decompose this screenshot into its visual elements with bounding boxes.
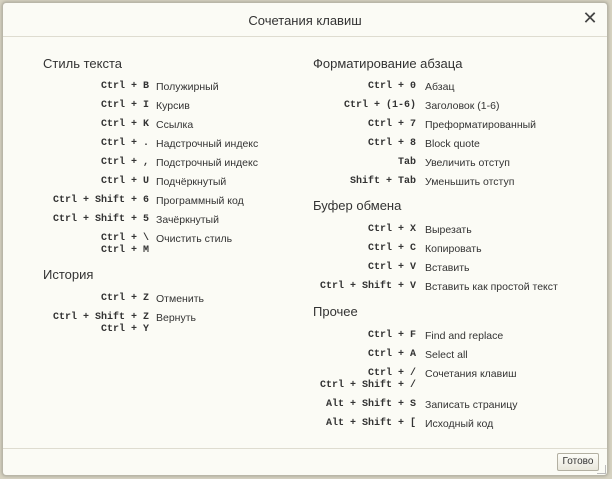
shortcut-keys-primary: Ctrl + X (367, 224, 416, 235)
shortcut-description: Программный код (156, 195, 244, 207)
shortcut-keys: Ctrl + C (368, 243, 416, 255)
shortcut-keys-primary: Ctrl + Shift + 6 (52, 195, 149, 206)
shortcut-keys: Alt + Shift + S (326, 399, 416, 411)
shortcut-row: Ctrl + / Ctrl + Shift + / Сочетания клавиш (3, 368, 603, 391)
shortcut-row: Ctrl + V Вставить (3, 262, 603, 276)
shortcut-keys-primary: Ctrl + Shift + Z (52, 312, 149, 323)
shortcut-row: Ctrl + 0 Абзац (3, 81, 603, 95)
shortcut-description: Уменьшить отступ (425, 176, 515, 188)
shortcut-description: Сочетания клавиш (425, 368, 517, 380)
shortcut-keys-primary: Ctrl + 8 (367, 138, 416, 149)
shortcut-keys-primary: Ctrl + 0 (367, 81, 416, 92)
shortcut-keys: Ctrl + 0 (368, 81, 416, 93)
dialog-title: Сочетания клавиш (248, 13, 362, 28)
shortcut-row: Ctrl + X Вырезать (3, 224, 603, 238)
shortcut-keys: Alt + Shift + [ (326, 418, 416, 430)
shortcut-row: Ctrl + Shift + 6 Программный код (3, 195, 603, 209)
shortcut-keys-primary: Ctrl + (1-6) (343, 100, 416, 111)
section-title: Буфер обмена (313, 198, 402, 213)
shortcut-keys-primary: Ctrl + Shift + V (319, 281, 416, 292)
shortcut-row: Alt + Shift + S Записать страницу (3, 399, 603, 413)
shortcut-description: Вставить (425, 262, 470, 274)
shortcut-row: Ctrl + Shift + Z Ctrl + Y Вернуть (3, 312, 603, 335)
shortcut-keys: Ctrl + Shift + 6 (53, 195, 149, 207)
shortcut-description: Block quote (425, 138, 480, 150)
shortcut-description: Исходный код (425, 418, 494, 430)
shortcut-keys: Ctrl + V (368, 262, 416, 274)
shortcut-keys-primary: Alt + Shift + [ (325, 418, 416, 429)
shortcut-row: Ctrl + Shift + V Вставить как простой тек… (3, 281, 603, 295)
shortcut-keys: Ctrl + 7 (368, 119, 416, 131)
shortcut-description: Копировать (425, 243, 482, 255)
shortcut-keys: Ctrl + X (368, 224, 416, 236)
shortcut-keys: Ctrl + / Ctrl + Shift + / (320, 368, 416, 392)
shortcut-keys: Ctrl + Shift + V (320, 281, 416, 293)
shortcut-keys-primary: Ctrl + V (367, 262, 416, 273)
resize-grip-icon[interactable] (597, 465, 606, 474)
section-title: Форматирование абзаца (313, 56, 463, 71)
shortcut-row: Ctrl + 8 Block quote (3, 138, 603, 152)
shortcut-row: Alt + Shift + [ Исходный код (3, 418, 603, 432)
shortcut-keys-primary: Tab (397, 157, 416, 168)
shortcut-keys: Tab (398, 157, 416, 169)
shortcut-description: Записать страницу (425, 399, 518, 411)
shortcut-keys-primary: Alt + Shift + S (325, 399, 416, 410)
shortcut-row: Ctrl + (1-6) Заголовок (1-6) (3, 100, 603, 114)
shortcut-description: Абзац (425, 81, 455, 93)
shortcut-keys-primary: Ctrl + 7 (367, 119, 416, 130)
shortcut-row: Ctrl + 7 Преформатированный (3, 119, 603, 133)
shortcut-keys-primary: Shift + Tab (349, 176, 416, 187)
shortcut-keys: Ctrl + F (368, 330, 416, 342)
done-button[interactable]: Готово (557, 453, 599, 471)
dialog-footer: Готово (3, 448, 607, 475)
shortcut-row: Ctrl + A Select all (3, 349, 603, 363)
shortcut-keys: Ctrl + 8 (368, 138, 416, 150)
shortcut-description: Вырезать (425, 224, 472, 236)
keyboard-shortcuts-dialog: Сочетания клавиш ✕ Стиль текста Ctrl + BП… (2, 2, 608, 476)
section-title: Стиль текста (43, 56, 122, 71)
shortcut-row: Ctrl + Z Отменить (3, 293, 603, 307)
shortcut-description: Find and replace (425, 330, 504, 342)
shortcut-description: Select all (425, 349, 468, 361)
shortcut-keys-primary: Ctrl + C (367, 243, 416, 254)
shortcut-keys-primary: Ctrl + A (367, 349, 416, 360)
shortcut-row: Ctrl + C Копировать (3, 243, 603, 257)
shortcut-keys-primary: Ctrl + / (367, 368, 416, 379)
shortcut-keys-primary: Ctrl + F (367, 330, 416, 341)
section-title: Прочее (313, 304, 358, 319)
shortcut-row: Tab Увеличить отступ (3, 157, 603, 171)
shortcut-keys-secondary: Ctrl + Shift + / (319, 380, 416, 391)
dialog-header: Сочетания клавиш ✕ (3, 3, 607, 37)
close-icon[interactable]: ✕ (581, 9, 599, 27)
shortcut-description: Вставить как простой текст (425, 281, 558, 293)
shortcut-description: Преформатированный (425, 119, 537, 131)
shortcut-description: Заголовок (1-6) (425, 100, 500, 112)
shortcut-description: Увеличить отступ (425, 157, 510, 169)
shortcut-row: Ctrl + F Find and replace (3, 330, 603, 344)
shortcut-row: Shift + Tab Уменьшить отступ (3, 176, 603, 190)
shortcut-description: Вернуть (156, 312, 197, 324)
shortcut-keys: Ctrl + A (368, 349, 416, 361)
shortcut-keys: Ctrl + (1-6) (344, 100, 416, 112)
shortcut-keys: Shift + Tab (350, 176, 416, 188)
